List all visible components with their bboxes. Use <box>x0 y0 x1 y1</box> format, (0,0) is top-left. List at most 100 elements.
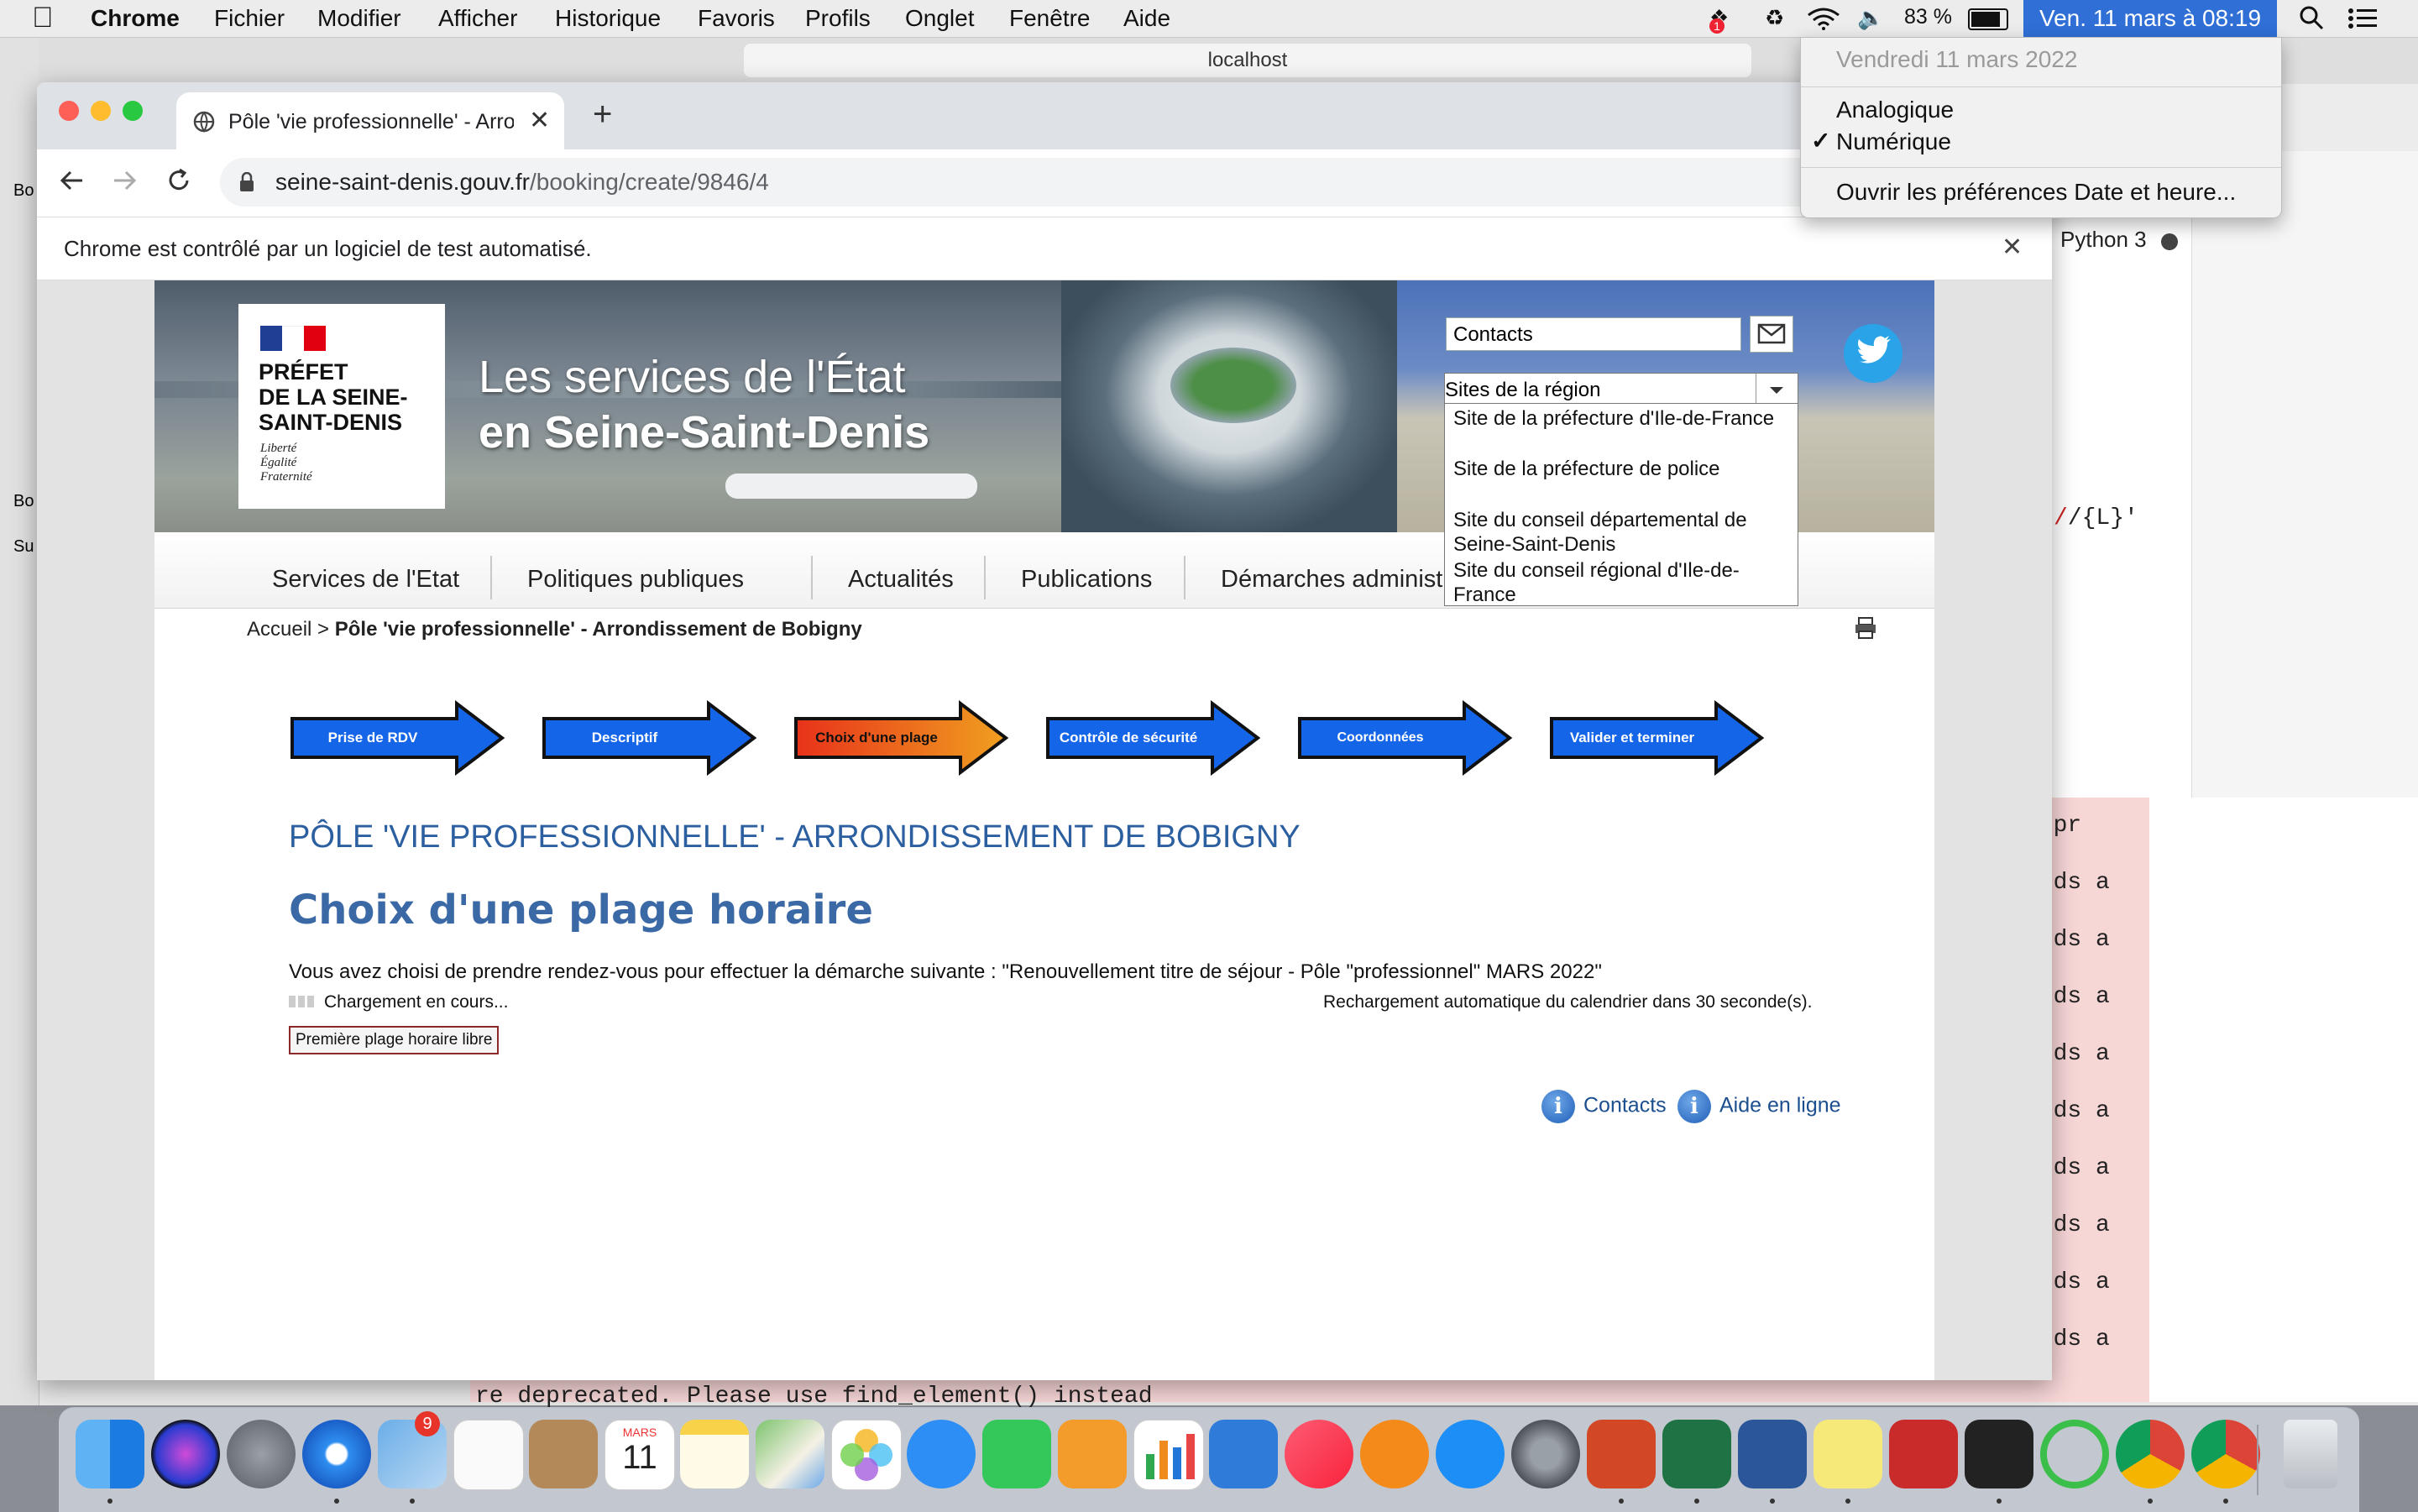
reload-icon[interactable] <box>165 166 193 199</box>
menu-afficher[interactable]: Afficher <box>438 5 517 32</box>
menu-onglet[interactable]: Onglet <box>905 5 975 32</box>
logo-motto: Liberté <box>260 442 297 455</box>
word-icon[interactable] <box>1738 1420 1807 1488</box>
logo-line: DE LA SEINE- <box>259 385 408 410</box>
dropdown-option[interactable]: Site du conseil départemental de Seine-S… <box>1453 508 1772 557</box>
nav-actualites[interactable]: Actualités <box>848 566 954 594</box>
help-online-link[interactable]: i Aide en ligne <box>1677 1090 1841 1123</box>
clock-open-preferences[interactable]: Ouvrir les préférences Date et heure... <box>1836 179 2236 206</box>
first-free-slot-button[interactable]: Première plage horaire libre <box>289 1026 500 1054</box>
clock-option-analog[interactable]: Analogique <box>1836 97 1954 123</box>
terminal-icon[interactable] <box>1965 1420 2033 1488</box>
menu-favoris[interactable]: Favoris <box>698 5 775 32</box>
apple-menu-icon[interactable]:  <box>32 2 54 34</box>
bg-safari-url[interactable]: localhost <box>744 44 1751 77</box>
bg-kernel-label: Python 3 <box>2060 227 2147 252</box>
window-zoom-button[interactable] <box>123 101 143 121</box>
music-icon[interactable] <box>1285 1420 1353 1488</box>
chrome-window: Pôle 'vie professionnelle' - Arro ✕ + se… <box>37 82 2052 1380</box>
powerpoint-icon[interactable] <box>1587 1420 1656 1488</box>
contacts-icon[interactable] <box>529 1420 598 1488</box>
marianne-flag-icon <box>260 326 327 353</box>
notification-center-icon[interactable] <box>2347 7 2378 36</box>
menu-aide[interactable]: Aide <box>1123 5 1170 32</box>
nav-demarches[interactable]: Démarches administrati <box>1221 566 1444 594</box>
battery-percent: 83 % <box>1904 5 1952 29</box>
chevron-down-icon[interactable] <box>1756 374 1797 405</box>
notes-icon[interactable] <box>680 1420 749 1488</box>
chrome-icon[interactable] <box>2116 1420 2185 1488</box>
spotlight-search-icon[interactable] <box>2299 5 2324 36</box>
chrome-tab-active[interactable]: Pôle 'vie professionnelle' - Arro ✕ <box>176 92 564 149</box>
dropdown-option[interactable]: Site de la préfecture de police <box>1453 458 1789 481</box>
maps-icon[interactable] <box>756 1420 824 1488</box>
bg-label: Bo <box>13 492 34 510</box>
menu-profils[interactable]: Profils <box>805 5 871 32</box>
nav-services-etat[interactable]: Services de l'Etat <box>272 566 459 594</box>
calendar-icon[interactable]: MARS 11 <box>604 1420 675 1490</box>
chrome-alt-icon[interactable] <box>2191 1420 2260 1488</box>
contacts-field[interactable]: Contacts <box>1446 317 1741 351</box>
facetime-icon[interactable] <box>982 1420 1051 1488</box>
forward-arrow-icon[interactable] <box>111 166 139 199</box>
nav-politiques-publiques[interactable]: Politiques publiques <box>527 566 744 594</box>
reminders-icon[interactable] <box>453 1420 524 1490</box>
dropdown-option[interactable]: Site de la préfecture d'Ile-de-France <box>1453 407 1789 431</box>
nav-publications[interactable]: Publications <box>1021 566 1152 594</box>
mail-button[interactable] <box>1750 316 1793 353</box>
safari-icon[interactable] <box>302 1420 371 1488</box>
automation-message: Chrome est contrôlé par un logiciel de t… <box>64 236 592 261</box>
help-contacts-link[interactable]: i Contacts <box>1541 1090 1667 1123</box>
clock-option-digital[interactable]: Numérique <box>1836 128 1951 155</box>
launchpad-icon[interactable] <box>227 1420 296 1488</box>
new-tab-button[interactable]: + <box>593 96 612 133</box>
app-store-icon[interactable] <box>1436 1420 1505 1488</box>
dropdown-option[interactable]: Site du conseil régional d'Ile-de-France <box>1453 558 1772 607</box>
system-preferences-icon[interactable] <box>1511 1420 1580 1488</box>
menu-historique[interactable]: Historique <box>555 5 661 32</box>
sync-icon[interactable]: ♻ <box>1765 5 1784 31</box>
tab-close-icon[interactable]: ✕ <box>529 106 550 135</box>
step-controle-securite: Contrôle de sécurité <box>1044 699 1261 777</box>
sites-region-select[interactable]: Sites de la région <box>1444 373 1798 406</box>
activity-monitor-icon[interactable] <box>2040 1420 2109 1488</box>
clock-menu: Vendredi 11 mars 2022 Analogique ✓ Numér… <box>1800 37 2282 218</box>
envelope-icon <box>1757 323 1786 344</box>
background-sidebar: Bo Bo Su <box>0 37 39 1405</box>
breadcrumb-current: Pôle 'vie professionnelle' - Arrondissem… <box>334 618 862 641</box>
excel-icon[interactable] <box>1662 1420 1731 1488</box>
wifi-icon[interactable] <box>1807 7 1840 36</box>
menu-app-chrome[interactable]: Chrome <box>91 5 180 32</box>
menu-fichier[interactable]: Fichier <box>214 5 285 32</box>
photos-icon[interactable] <box>831 1420 902 1490</box>
numbers-icon[interactable] <box>1133 1420 1204 1490</box>
siri-icon[interactable] <box>151 1420 220 1488</box>
stickies-icon[interactable] <box>1814 1420 1882 1488</box>
books-icon[interactable] <box>1360 1420 1429 1488</box>
menu-fenetre[interactable]: Fenêtre <box>1009 5 1091 32</box>
infobar-close-icon[interactable]: ✕ <box>2002 233 2023 262</box>
procedure-description: Vous avez choisi de prendre rendez-vous … <box>289 960 1602 983</box>
logo-motto: Égalité <box>260 456 297 469</box>
pages-icon[interactable] <box>1058 1420 1127 1488</box>
globe-icon <box>193 111 215 139</box>
finder-icon[interactable] <box>76 1420 144 1488</box>
volume-icon[interactable]: 🔈 <box>1857 5 1884 31</box>
twitter-icon[interactable] <box>1844 324 1902 383</box>
battery-icon[interactable] <box>1968 8 2008 30</box>
menu-modifier[interactable]: Modifier <box>317 5 401 32</box>
print-icon[interactable] <box>1854 616 1877 644</box>
window-minimize-button[interactable] <box>91 101 111 121</box>
back-arrow-icon[interactable] <box>57 166 86 199</box>
address-bar[interactable]: seine-saint-denis.gouv.fr/booking/create… <box>220 158 2033 207</box>
menubar-clock[interactable]: Ven. 11 mars à 08:19 <box>2023 0 2277 37</box>
airplane-image <box>725 473 977 499</box>
trash-icon[interactable] <box>2284 1420 2337 1488</box>
url-text: seine-saint-denis.gouv.fr/booking/create… <box>275 169 769 195</box>
breadcrumb-home[interactable]: Accueil <box>247 618 311 641</box>
keynote-icon[interactable] <box>1209 1420 1278 1488</box>
messages-icon[interactable] <box>907 1420 976 1488</box>
prefet-logo[interactable]: PRÉFET DE LA SEINE- SAINT-DENIS Liberté … <box>238 304 445 509</box>
zotero-icon[interactable] <box>1889 1420 1958 1488</box>
window-close-button[interactable] <box>59 101 79 121</box>
